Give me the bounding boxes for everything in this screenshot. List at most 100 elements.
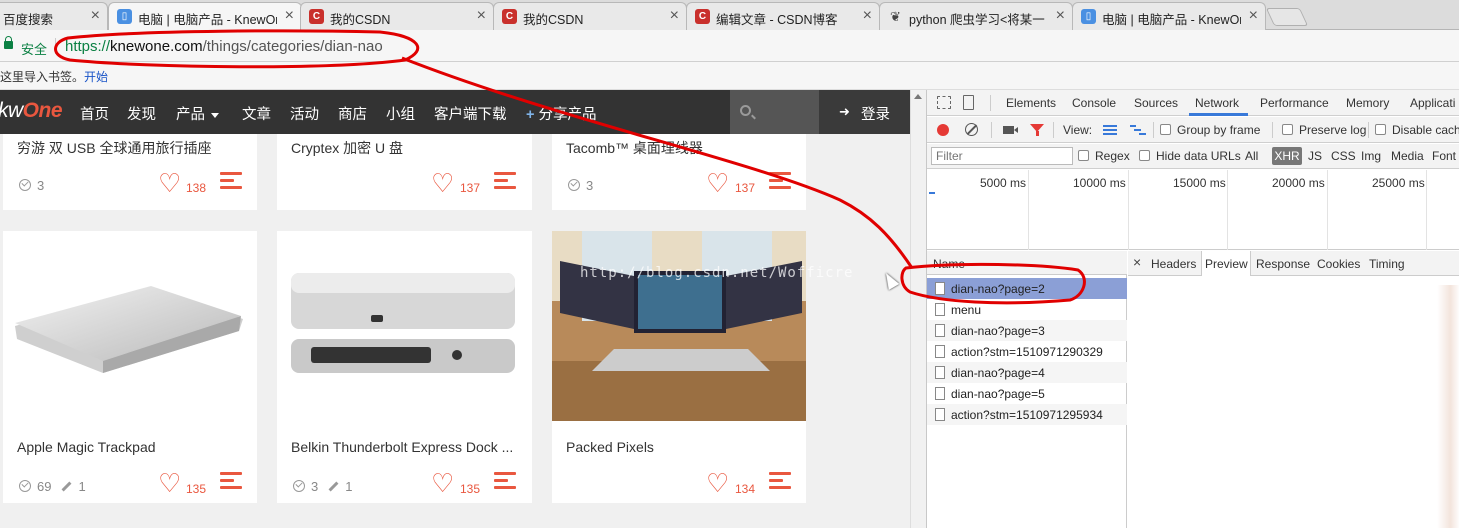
browser-tab-knewone[interactable]: ▯ 电脑 | 电脑产品 - KnewOne × xyxy=(108,2,302,31)
type-filter-media[interactable]: Media xyxy=(1391,149,1424,163)
nav-home[interactable]: 首页 xyxy=(80,103,109,124)
group-by-frame-checkbox[interactable] xyxy=(1160,124,1171,135)
nav-articles[interactable]: 文章 xyxy=(242,103,271,124)
browser-tab-baidu[interactable]: 百度搜索 × xyxy=(0,2,108,30)
menu-icon[interactable] xyxy=(494,172,516,190)
detail-tab-cookies[interactable]: Cookies xyxy=(1317,257,1360,271)
detail-tab-preview[interactable]: Preview xyxy=(1205,257,1248,271)
detail-tab-timing[interactable]: Timing xyxy=(1369,257,1405,271)
url-input[interactable]: https://knewone.com/things/categories/di… xyxy=(65,38,383,55)
browser-tab-knewone-2[interactable]: ▯ 电脑 | 电脑产品 - KnewOne × xyxy=(1072,2,1266,30)
type-filter-xhr[interactable]: XHR xyxy=(1272,147,1302,165)
type-filter-js[interactable]: JS xyxy=(1308,149,1322,163)
heart-icon[interactable]: ♡ xyxy=(706,470,729,496)
type-filter-font[interactable]: Font xyxy=(1432,149,1456,163)
close-icon[interactable]: × xyxy=(91,7,100,25)
devtools-tab-console[interactable]: Console xyxy=(1072,96,1116,110)
product-title[interactable]: 穷游 双 USB 全球通用旅行插座 xyxy=(17,138,211,158)
scroll-up-icon[interactable] xyxy=(914,94,922,99)
product-title[interactable]: Cryptex 加密 U 盘 xyxy=(291,138,403,158)
hide-data-urls-checkbox[interactable] xyxy=(1139,150,1150,161)
record-icon[interactable] xyxy=(937,124,949,136)
close-icon[interactable]: × xyxy=(1056,7,1065,25)
detail-tab-headers[interactable]: Headers xyxy=(1151,257,1196,271)
request-row[interactable]: menu xyxy=(927,299,1127,320)
large-rows-icon[interactable] xyxy=(1103,125,1117,135)
product-card[interactable]: Belkin Thunderbolt Express Dock ... 31 ♡… xyxy=(277,231,532,503)
nav-products[interactable]: 产品 xyxy=(176,103,219,124)
close-icon[interactable]: × xyxy=(1249,7,1258,25)
heart-icon[interactable]: ♡ xyxy=(158,470,181,496)
heart-icon[interactable]: ♡ xyxy=(431,170,454,196)
clear-icon[interactable] xyxy=(965,123,978,136)
request-row[interactable]: dian-nao?page=4 xyxy=(927,362,1127,383)
browser-tab-csdn-1[interactable]: C 我的CSDN × xyxy=(300,2,494,30)
close-icon[interactable]: × xyxy=(285,7,294,25)
close-icon[interactable]: × xyxy=(863,7,872,25)
product-card[interactable]: Apple Magic Trackpad 69 1 ♡ 135 xyxy=(3,231,257,503)
nav-client-download[interactable]: 客户端下载 xyxy=(434,103,507,124)
nav-events[interactable]: 活动 xyxy=(290,103,319,124)
request-row[interactable]: dian-nao?page=2 xyxy=(927,278,1127,299)
detail-tab-response[interactable]: Response xyxy=(1256,257,1310,271)
menu-icon[interactable] xyxy=(220,172,242,190)
request-row[interactable]: action?stm=1510971295934 xyxy=(927,404,1127,425)
bookmarks-start-link[interactable]: 开始 xyxy=(84,68,108,85)
request-row[interactable]: action?stm=1510971290329 xyxy=(927,341,1127,362)
product-title[interactable]: Tacomb™ 桌面理线器 xyxy=(566,138,703,158)
devtools-tab-performance[interactable]: Performance xyxy=(1260,96,1329,110)
close-icon[interactable]: × xyxy=(670,7,679,25)
close-icon[interactable]: × xyxy=(1133,254,1141,270)
type-filter-all[interactable]: All xyxy=(1245,149,1258,163)
request-row[interactable]: dian-nao?page=3 xyxy=(927,320,1127,341)
nav-shop[interactable]: 商店 xyxy=(338,103,367,124)
product-image-dock[interactable] xyxy=(277,231,532,421)
devtools-tab-sources[interactable]: Sources xyxy=(1134,96,1178,110)
type-filter-img[interactable]: Img xyxy=(1361,149,1381,163)
preserve-log-checkbox[interactable] xyxy=(1282,124,1293,135)
request-row[interactable]: dian-nao?page=5 xyxy=(927,383,1127,404)
browser-tab-strip: 百度搜索 × ▯ 电脑 | 电脑产品 - KnewOne × C 我的CSDN … xyxy=(0,0,1459,31)
share-product-button[interactable]: + 分享产品 xyxy=(526,103,596,124)
devtools-tab-memory[interactable]: Memory xyxy=(1346,96,1389,110)
product-image-trackpad[interactable] xyxy=(3,231,257,421)
menu-icon[interactable] xyxy=(494,472,516,490)
nav-groups[interactable]: 小组 xyxy=(386,103,415,124)
login-button[interactable]: ➜ 登录 xyxy=(819,90,910,134)
devtools-tab-network[interactable]: Network xyxy=(1195,96,1239,110)
menu-icon[interactable] xyxy=(769,472,791,490)
product-image-monitors[interactable] xyxy=(552,231,806,421)
disable-cache-checkbox[interactable] xyxy=(1375,124,1386,135)
heart-icon[interactable]: ♡ xyxy=(158,170,181,196)
site-logo[interactable]: kwOne xyxy=(0,99,63,123)
heart-icon[interactable]: ♡ xyxy=(431,470,454,496)
product-title[interactable]: Belkin Thunderbolt Express Dock ... xyxy=(291,439,521,455)
browser-tab-github[interactable]: ❦ python 爬虫学习<将某一 × xyxy=(879,2,1073,30)
filter-icon[interactable] xyxy=(1030,124,1044,136)
waterfall-icon[interactable] xyxy=(1130,125,1146,135)
check-count: 3 xyxy=(311,479,319,494)
name-column-header[interactable]: Name xyxy=(927,251,1127,275)
product-title[interactable]: Apple Magic Trackpad xyxy=(17,439,156,455)
new-tab-button[interactable] xyxy=(1265,8,1309,26)
type-filter-css[interactable]: CSS xyxy=(1331,149,1356,163)
device-toolbar-icon[interactable] xyxy=(963,95,974,110)
site-search-button[interactable] xyxy=(730,90,819,134)
product-title[interactable]: Packed Pixels xyxy=(566,439,654,455)
regex-checkbox[interactable] xyxy=(1078,150,1089,161)
devtools-tab-application[interactable]: Applicati xyxy=(1410,96,1455,110)
network-timeline-overview[interactable]: 5000 ms 10000 ms 15000 ms 20000 ms 25000… xyxy=(927,170,1459,250)
filter-input[interactable] xyxy=(931,147,1073,165)
nav-discover[interactable]: 发现 xyxy=(127,103,156,124)
pencil-icon xyxy=(328,481,339,492)
page-scrollbar[interactable] xyxy=(910,90,926,528)
menu-icon[interactable] xyxy=(769,172,791,190)
inspect-icon[interactable] xyxy=(937,96,951,109)
devtools-tab-elements[interactable]: Elements xyxy=(1006,96,1056,110)
close-icon[interactable]: × xyxy=(477,7,486,25)
capture-screenshots-icon[interactable] xyxy=(1003,126,1018,134)
browser-tab-csdn-2[interactable]: C 我的CSDN × xyxy=(493,2,687,30)
heart-icon[interactable]: ♡ xyxy=(706,170,729,196)
browser-tab-csdn-edit[interactable]: C 编辑文章 - CSDN博客 × xyxy=(686,2,880,30)
menu-icon[interactable] xyxy=(220,472,242,490)
